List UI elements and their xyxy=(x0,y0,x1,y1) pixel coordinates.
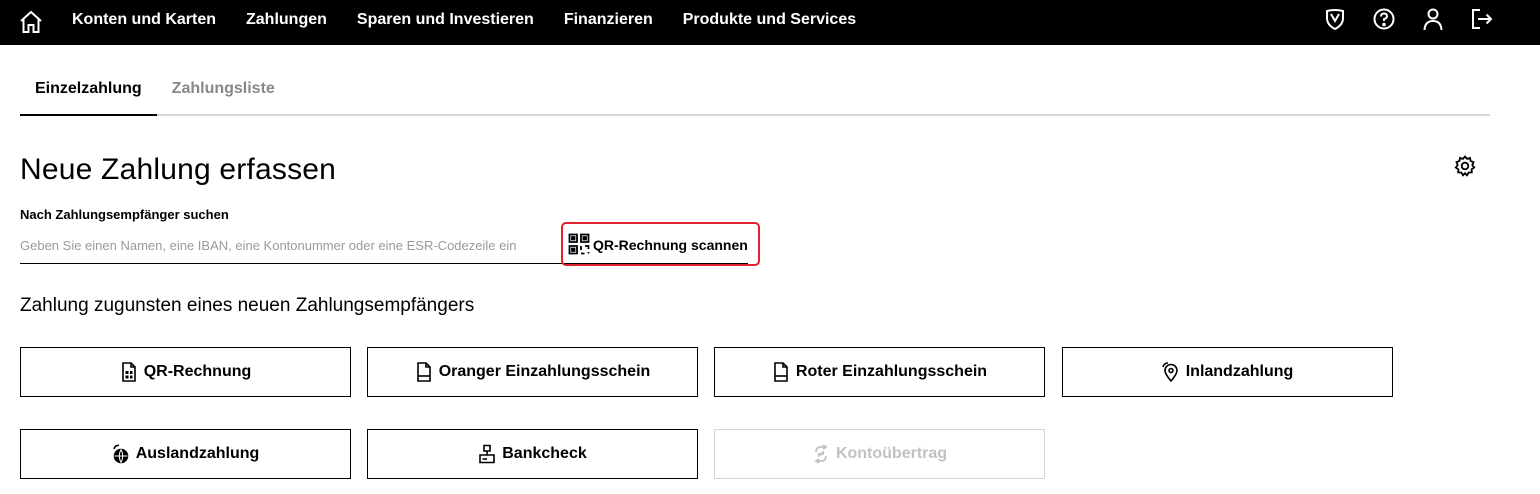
nav-sparen-und-investieren[interactable]: Sparen und Investieren xyxy=(357,11,534,29)
top-navigation: Konten und Karten Zahlungen Sparen und I… xyxy=(0,0,1540,45)
payment-tabs: Einzelzahlung Zahlungsliste xyxy=(20,63,1490,116)
gear-icon[interactable] xyxy=(1453,154,1477,178)
shield-icon[interactable] xyxy=(1322,6,1348,32)
logout-icon[interactable] xyxy=(1469,6,1495,32)
qr-rechnung-button[interactable]: QR-Rechnung xyxy=(20,347,351,397)
new-payee-heading: Zahlung zugunsten eines neuen Zahlungsem… xyxy=(20,295,475,316)
nav-zahlungen[interactable]: Zahlungen xyxy=(246,11,327,29)
nav-finanzieren[interactable]: Finanzieren xyxy=(564,11,653,29)
bankcheck-button[interactable]: Bankcheck xyxy=(367,429,698,479)
page-title: Neue Zahlung erfassen xyxy=(20,153,337,186)
home-icon[interactable] xyxy=(18,9,44,35)
auslandzahlung-button[interactable]: Auslandzahlung xyxy=(20,429,351,479)
search-label: Nach Zahlungsempfänger suchen xyxy=(20,207,229,222)
nav-utility-icons xyxy=(1299,6,1495,32)
tab-einzelzahlung[interactable]: Einzelzahlung xyxy=(20,63,157,116)
oranger-einzahlungsschein-label: Oranger Einzahlungsschein xyxy=(438,363,651,380)
nav-konten-und-karten[interactable]: Konten und Karten xyxy=(72,11,216,29)
cheque-icon xyxy=(479,444,496,464)
bankcheck-label: Bankcheck xyxy=(502,445,587,462)
qr-bill-icon xyxy=(121,362,136,382)
inlandzahlung-label: Inlandzahlung xyxy=(1185,363,1294,380)
help-icon[interactable] xyxy=(1371,6,1397,32)
main-menu: Konten und Karten Zahlungen Sparen und I… xyxy=(72,0,886,40)
document-icon xyxy=(416,362,431,382)
roter-einzahlungsschein-button[interactable]: Roter Einzahlungsschein xyxy=(714,347,1045,397)
tab-zahlungsliste[interactable]: Zahlungsliste xyxy=(157,63,290,116)
kontouebertrag-label: Kontoübertrag xyxy=(835,445,948,462)
kontouebertrag-button: Kontoübertrag xyxy=(714,429,1045,479)
document-icon xyxy=(774,362,788,382)
transfer-icon xyxy=(814,444,828,464)
globe-icon xyxy=(112,444,129,464)
qr-rechnung-label: QR-Rechnung xyxy=(143,363,252,380)
inlandzahlung-button[interactable]: Inlandzahlung xyxy=(1062,347,1393,397)
auslandzahlung-label: Auslandzahlung xyxy=(135,445,260,462)
qr-scan-icon xyxy=(568,233,590,255)
roter-einzahlungsschein-label: Roter Einzahlungsschein xyxy=(795,363,988,380)
oranger-einzahlungsschein-button[interactable]: Oranger Einzahlungsschein xyxy=(367,347,698,397)
payee-search-input[interactable] xyxy=(20,228,560,262)
nav-produkte-und-services[interactable]: Produkte und Services xyxy=(683,11,856,29)
qr-scan-button[interactable]: QR-Rechnung scannen xyxy=(561,222,760,266)
location-pin-icon xyxy=(1161,362,1178,382)
user-icon[interactable] xyxy=(1420,6,1446,32)
qr-scan-label: QR-Rechnung scannen xyxy=(593,237,748,253)
